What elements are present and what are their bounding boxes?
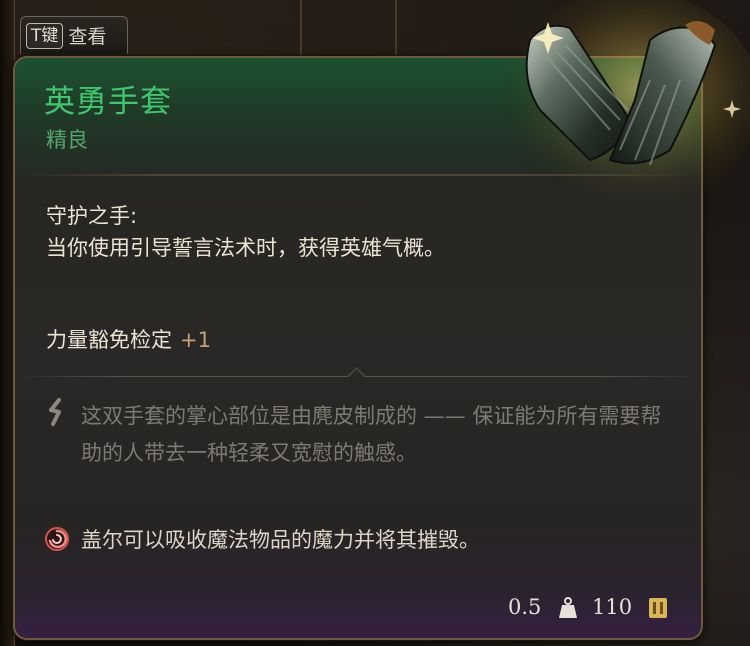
- arcane-swirl-icon: [45, 527, 69, 551]
- stat-label: 力量豁免检定: [46, 328, 172, 352]
- item-rarity: 精良: [46, 128, 88, 152]
- stat-line: 力量豁免检定 +1: [46, 324, 211, 354]
- stat-value: +1: [180, 328, 211, 352]
- hotkey-label: 查看: [68, 26, 107, 48]
- inspect-hotkey-hint[interactable]: T键 查看: [20, 16, 128, 54]
- background-frame-line: [395, 0, 397, 60]
- ability-name: 守护之手:: [46, 204, 138, 228]
- ability-description: 当你使用引导誓言法术时，获得英雄气概。: [46, 236, 445, 260]
- divider-notch: [347, 367, 366, 386]
- hotkey-key: T键: [26, 22, 64, 49]
- weight-icon: [559, 597, 577, 618]
- item-name: 英勇手套: [44, 84, 172, 120]
- item-value: 110: [592, 595, 633, 619]
- background-frame-line: [300, 0, 302, 60]
- gale-note: 盖尔可以吸收魔法物品的魔力并将其摧毁。: [81, 528, 480, 552]
- feather-quill-icon: [49, 398, 61, 426]
- gauntlet-icon: [500, 0, 750, 210]
- lore-text: 这双手套的掌心部位是由麂皮制成的 —— 保证能为所有需要帮助的人带去一种轻柔又宽…: [81, 404, 662, 465]
- gold-coin-icon: [649, 598, 667, 618]
- item-weight: 0.5: [508, 595, 542, 619]
